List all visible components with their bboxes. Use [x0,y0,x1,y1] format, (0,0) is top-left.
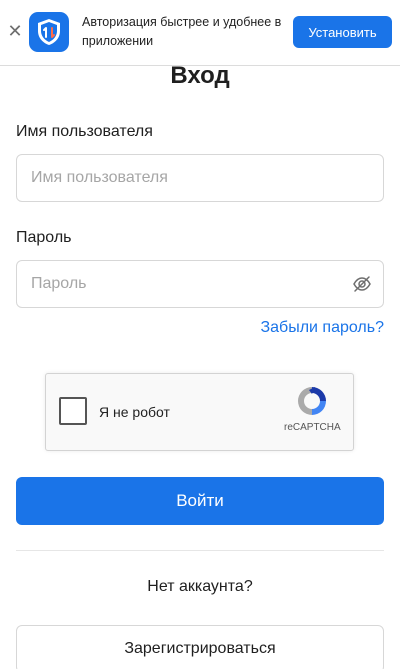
forgot-password-link[interactable]: Забыли пароль? [260,319,384,337]
username-label: Имя пользователя [16,123,153,140]
register-button[interactable]: Зарегистрироваться [16,625,384,669]
banner-text: Авторизация быстрее и удобнее в приложен… [82,15,282,48]
login-button[interactable]: Войти [16,477,384,525]
recaptcha-widget: Я не робот reCAPTCHA [45,373,354,451]
recaptcha-label: Я не робот [99,404,170,420]
page-title: Вход [170,62,230,89]
install-button[interactable]: Установить [293,16,392,48]
app-logo-icon [29,12,69,52]
divider [16,550,384,551]
username-input[interactable] [16,154,384,202]
password-input[interactable] [16,260,384,308]
app-install-banner: ✕ Авторизация быстрее и удобнее в прилож… [0,0,400,66]
no-account-text: Нет аккаунта? [147,578,253,595]
eye-off-icon[interactable] [352,274,372,294]
recaptcha-checkbox[interactable] [59,397,87,425]
recaptcha-brand: reCAPTCHA [284,422,341,433]
password-label: Пароль [16,229,72,246]
close-icon[interactable]: ✕ [6,22,24,40]
shield-icon [38,19,60,45]
recaptcha-logo-icon [298,387,326,415]
